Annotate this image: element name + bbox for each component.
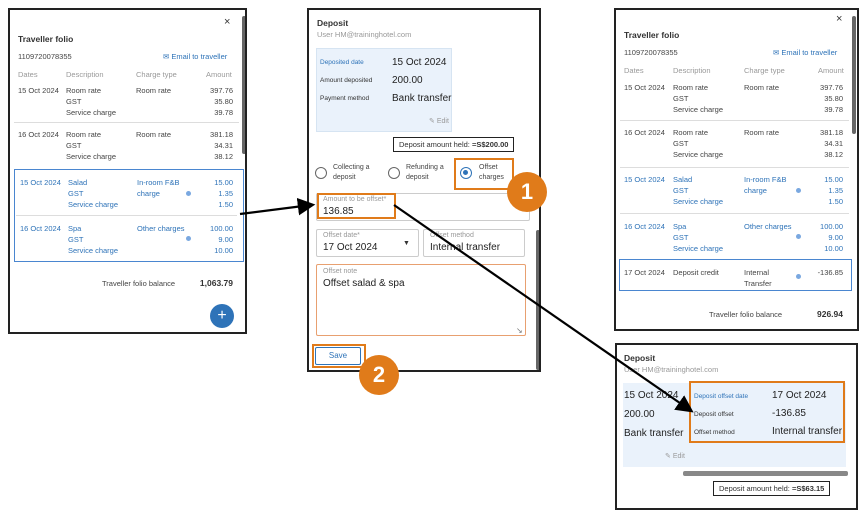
info-dot-icon — [796, 274, 801, 279]
deposit-form-panel: Deposit User HM@traininghotel.com Deposi… — [307, 8, 541, 372]
info-dot-icon — [186, 191, 191, 196]
chevron-down-icon: ▼ — [403, 240, 410, 247]
folio-title: Traveller folio — [18, 34, 74, 44]
step-badge-2: 2 — [359, 355, 399, 395]
col-header-charge-type: Charge type — [744, 66, 785, 75]
deposit-summary-card: Deposited date 15 Oct 2024 Amount deposi… — [316, 48, 452, 132]
pencil-icon: ✎ — [429, 118, 435, 125]
col-header-description: Description — [673, 66, 711, 75]
balance-value: 926.94 — [817, 309, 843, 319]
col-header-description: Description — [66, 70, 104, 79]
col-header-dates: Dates — [624, 66, 644, 75]
radio-refunding-deposit[interactable] — [388, 167, 400, 179]
deposit-title: Deposit — [317, 18, 349, 28]
scrollbar[interactable] — [852, 16, 856, 134]
radio-collecting-deposit[interactable] — [315, 167, 327, 179]
deposit-result-panel: Deposit User HM@traininghotel.com 15 Oct… — [615, 343, 858, 510]
deposit-user: User HM@traininghotel.com — [317, 30, 412, 39]
col-header-charge-type: Charge type — [136, 70, 177, 79]
folio-number: 1109720078355 — [18, 52, 72, 61]
balance-value: 1,063.79 — [199, 278, 233, 288]
divider — [620, 213, 849, 214]
col-header-amount: Amount — [818, 66, 844, 75]
close-icon[interactable]: × — [836, 13, 842, 25]
balance-label: Traveller folio balance — [709, 310, 783, 319]
col-header-amount: Amount — [206, 70, 232, 79]
add-button[interactable]: + — [210, 304, 234, 328]
deposit-held-box: Deposit amount held: =S$200.00 — [393, 137, 515, 152]
mail-icon: ✉ — [773, 48, 780, 57]
highlight-amount-field — [317, 193, 396, 219]
info-dot-icon — [796, 234, 801, 239]
edit-link[interactable]: ✎ Edit — [429, 117, 449, 125]
right-folio-panel: × Traveller folio 1109720078355 ✉ Email … — [614, 8, 859, 331]
divider — [620, 120, 849, 121]
highlight-offset-option — [454, 158, 514, 190]
divider — [620, 167, 849, 168]
scrollbar[interactable] — [536, 230, 539, 370]
highlight-save — [312, 344, 366, 368]
email-to-traveller-link[interactable]: ✉ Email to traveller — [163, 52, 227, 61]
step-badge-1: 1 — [507, 172, 547, 212]
folio-title: Traveller folio — [624, 30, 680, 40]
horizontal-scrollbar[interactable] — [683, 471, 848, 476]
close-icon[interactable]: × — [224, 16, 230, 28]
edit-link[interactable]: ✎ Edit — [665, 452, 685, 460]
col-header-dates: Dates — [18, 70, 38, 79]
divider — [14, 122, 239, 123]
info-dot-icon — [796, 188, 801, 193]
info-dot-icon — [186, 236, 191, 241]
balance-label: Traveller folio balance — [102, 279, 176, 288]
left-folio-panel: × Traveller folio 1109720078355 ✉ Email … — [8, 8, 247, 334]
deposit-user: User HM@traininghotel.com — [624, 365, 719, 374]
deposit-title: Deposit — [624, 353, 656, 363]
email-to-traveller-link[interactable]: ✉ Email to traveller — [773, 48, 837, 57]
resize-handle-icon[interactable]: ↘ — [516, 326, 523, 335]
scrollbar[interactable] — [242, 16, 245, 154]
divider — [16, 215, 237, 216]
mail-icon: ✉ — [163, 52, 170, 61]
arrow-folio-to-form — [239, 197, 316, 216]
folio-number: 1109720078355 — [624, 48, 678, 57]
deposit-held-box: Deposit amount held: =S$63.15 — [713, 481, 831, 496]
pencil-icon: ✎ — [665, 453, 671, 460]
